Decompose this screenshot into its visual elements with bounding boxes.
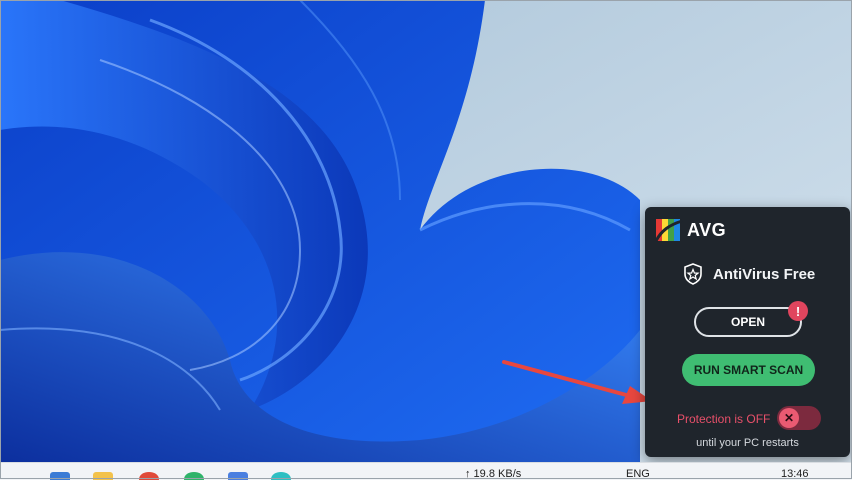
protection-status: Protection is OFF	[677, 412, 771, 426]
brand-name: AVG	[687, 219, 727, 240]
product-row: AntiVirus Free	[683, 263, 815, 285]
open-button[interactable]: OPEN	[694, 307, 802, 337]
avg-tray-popup: AVG AntiVirus Free OPEN ! RUN SMART SCAN…	[645, 207, 850, 457]
alert-badge: !	[788, 301, 808, 321]
avg-logo-icon	[655, 219, 683, 242]
avg-logo: AVG	[655, 217, 726, 243]
clock[interactable]: 13:46	[781, 468, 809, 480]
language-indicator[interactable]: ENG	[626, 468, 650, 480]
run-smart-scan-button[interactable]: RUN SMART SCAN	[682, 354, 815, 386]
restart-note: until your PC restarts	[696, 437, 799, 449]
product-name: AntiVirus Free	[713, 265, 816, 283]
protection-toggle[interactable]: ✕	[777, 406, 821, 430]
shield-star-icon	[684, 263, 702, 285]
network-speed: ↑ 19.8 KB/s	[465, 468, 522, 480]
taskbar: ↑ 19.8 KB/s ENG 13:46	[0, 462, 852, 480]
close-icon: ✕	[779, 408, 799, 428]
